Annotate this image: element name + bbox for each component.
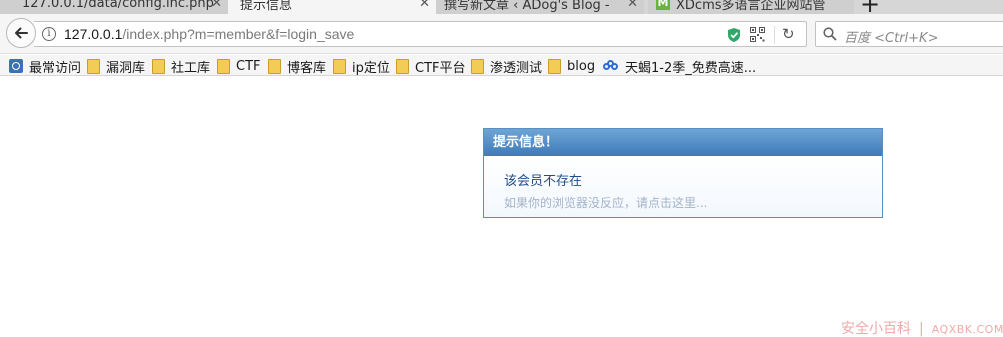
tab-label: 撰写新文章 ‹ ADog's Blog - 信息 — [444, 0, 614, 13]
tab-label: 提示信息 — [240, 0, 293, 13]
folder-icon — [217, 58, 230, 74]
close-icon[interactable]: ✕ — [627, 0, 638, 11]
qr-code-icon[interactable] — [750, 27, 765, 42]
bookmark-folder-blog[interactable]: blog — [548, 57, 595, 75]
dialog-body: 该会员不存在 如果你的浏览器没反应，请点击这里... — [484, 156, 882, 217]
tab-label: 127.0.0.1/data/config.inc.php — [22, 0, 214, 11]
info-icon[interactable]: i — [42, 27, 56, 41]
bookmark-folder-ctf-platform[interactable]: CTF平台 — [396, 57, 466, 76]
bookmark-folder-ip-locate[interactable]: ip定位 — [333, 57, 390, 76]
bookmark-label: 渗透测试 — [490, 60, 543, 76]
tab-xdcms[interactable]: M XDcms多语言企业网站管理 — [648, 0, 854, 14]
bookmarks-bar: 最常访问 漏洞库 社工库 CTF 博客库 ip定位 CTF平台 渗透测试 blo… — [0, 55, 1003, 76]
bookmark-label: 天蝎1-2季_免费高速... — [625, 60, 757, 76]
tab-blog-post[interactable]: 撰写新文章 ‹ ADog's Blog - 信息 ✕ — [436, 0, 644, 14]
folder-icon — [548, 58, 561, 74]
bookmark-folder-vuln-db[interactable]: 漏洞库 — [87, 57, 146, 76]
navigation-bar: i 127.0.0.1/index.php?m=member&f=login_s… — [0, 14, 1003, 54]
folder-icon — [471, 58, 484, 74]
bookmark-label: 博客库 — [287, 60, 327, 76]
message-dialog: 提示信息！ 该会员不存在 如果你的浏览器没反应，请点击这里... — [483, 128, 883, 218]
most-visited-icon — [9, 59, 23, 73]
tab-label: XDcms多语言企业网站管理 — [676, 0, 826, 13]
bookmark-folder-ctf[interactable]: CTF — [217, 57, 261, 75]
bookmark-folder-social-db[interactable]: 社工库 — [152, 57, 211, 76]
dialog-message: 该会员不存在 — [504, 174, 583, 189]
tab-config-inc[interactable]: 127.0.0.1/data/config.inc.php ✕ — [0, 0, 228, 14]
tab-strip: 127.0.0.1/data/config.inc.php ✕ 提示信息 ✕ 撰… — [0, 0, 1003, 14]
bookmark-folder-pentest[interactable]: 渗透测试 — [471, 57, 543, 76]
bookmark-label: ip定位 — [352, 60, 390, 76]
url-path: /index.php?m=member&f=login_save — [122, 26, 355, 42]
search-icon — [823, 27, 837, 41]
new-tab-icon[interactable]: + — [860, 0, 880, 14]
bookmark-tianxie[interactable]: 天蝎1-2季_免费高速... — [603, 57, 757, 76]
search-bar[interactable]: 百度 <Ctrl+K> — [815, 21, 1003, 47]
close-icon[interactable]: ✕ — [211, 0, 222, 11]
watermark: 安全小百科 | AQXBK.COM — [841, 318, 1003, 337]
bookmark-most-visited[interactable]: 最常访问 — [9, 57, 82, 76]
url-bar-divider — [774, 26, 775, 44]
bookmark-folder-blog-db[interactable]: 博客库 — [268, 57, 327, 76]
bookmark-label: CTF平台 — [415, 60, 466, 76]
watermark-separator: | — [919, 321, 924, 337]
back-arrow-icon — [15, 27, 28, 39]
folder-icon — [268, 58, 281, 74]
tab-prompt-info[interactable]: 提示信息 ✕ — [228, 0, 436, 14]
search-placeholder: 百度 <Ctrl+K> — [844, 31, 939, 46]
bookmark-label: 漏洞库 — [106, 60, 146, 76]
folder-icon — [87, 58, 100, 74]
close-icon[interactable]: ✕ — [419, 0, 430, 11]
bookmark-label: 最常访问 — [29, 60, 82, 76]
watermark-domain: AQXBK.COM — [931, 323, 1003, 336]
url-text[interactable]: 127.0.0.1/index.php?m=member&f=login_sav… — [64, 26, 354, 42]
xdcms-favicon-icon: M — [656, 0, 670, 10]
bookmark-label: 社工库 — [171, 60, 211, 76]
baidu-cloud-icon — [603, 60, 619, 72]
shield-icon[interactable] — [727, 27, 741, 43]
reload-icon[interactable]: ↻ — [782, 25, 795, 43]
folder-icon — [152, 58, 165, 74]
dialog-title: 提示信息！ — [484, 129, 882, 156]
folder-icon — [396, 58, 409, 74]
watermark-text: 安全小百科 — [841, 321, 911, 337]
url-host: 127.0.0.1 — [64, 26, 123, 42]
redirect-link[interactable]: 如果你的浏览器没反应，请点击这里... — [504, 194, 707, 211]
url-bar[interactable]: i 127.0.0.1/index.php?m=member&f=login_s… — [34, 21, 807, 47]
bookmark-label: blog — [567, 58, 596, 74]
bookmark-label: CTF — [236, 58, 261, 74]
folder-icon — [333, 58, 346, 74]
back-button[interactable] — [6, 18, 36, 48]
